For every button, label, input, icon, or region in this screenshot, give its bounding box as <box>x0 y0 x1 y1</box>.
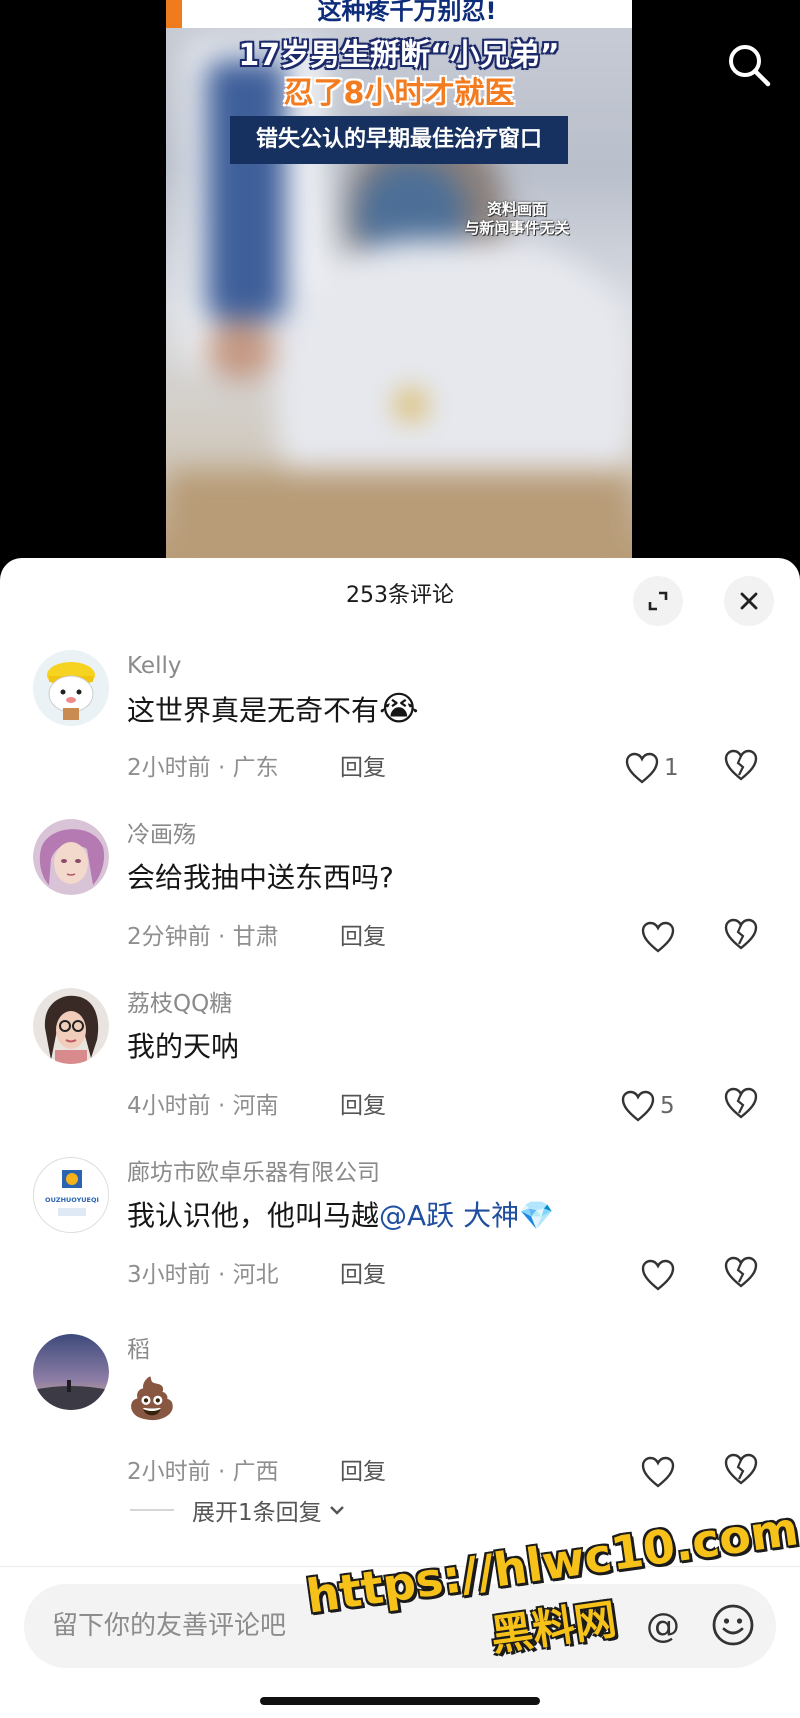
disclaimer-line1: 资料画面 <box>486 200 547 218</box>
video-headline-line1: 17岁男生掰断“小兄弟” <box>238 38 560 73</box>
avatar[interactable] <box>33 819 109 895</box>
comment-meta: 4小时前 · 河南 <box>127 1093 279 1119</box>
dislike-button[interactable] <box>723 917 763 957</box>
close-button[interactable] <box>724 576 774 626</box>
like-button[interactable] <box>640 1255 702 1295</box>
search-button[interactable] <box>726 42 772 88</box>
dislike-button[interactable] <box>723 1452 763 1492</box>
disclaimer-line2: 与新闻事件无关 <box>464 219 570 237</box>
avatar[interactable]: OUZHUOYUEQI <box>33 1157 109 1233</box>
comment-meta: 2小时前 · 广东 <box>127 755 279 781</box>
heart-icon <box>625 752 659 784</box>
comment-text: 会给我抽中送东西吗? <box>127 861 394 894</box>
comment-username[interactable]: 冷画殇 <box>127 819 196 851</box>
heart-icon <box>641 1456 675 1488</box>
broken-heart-icon <box>724 918 758 950</box>
search-icon <box>729 45 771 87</box>
broken-heart-icon <box>724 749 758 781</box>
headline-tab <box>166 0 182 28</box>
comment-meta: 2小时前 · 广西 <box>127 1459 279 1485</box>
expand-replies-label: 展开1条回复 <box>192 1500 322 1526</box>
comment-username[interactable]: 廊坊市欧卓乐器有限公司 <box>127 1157 380 1189</box>
reply-button[interactable]: 回复 <box>340 1259 386 1291</box>
heart-icon <box>621 1090 655 1122</box>
expand-replies-button[interactable]: 展开1条回复 <box>130 1494 348 1526</box>
like-count: 1 <box>664 755 679 781</box>
comment-meta: 2分钟前 · 甘肃 <box>127 924 279 950</box>
heart-icon <box>641 1259 675 1291</box>
like-button[interactable] <box>640 917 702 957</box>
broken-heart-icon <box>724 1256 758 1288</box>
comment-username[interactable]: Kelly <box>127 650 181 682</box>
comment-username[interactable]: 稻 <box>127 1334 150 1366</box>
broken-heart-icon <box>724 1087 758 1119</box>
reply-button[interactable]: 回复 <box>340 752 386 784</box>
dislike-button[interactable] <box>723 1255 763 1295</box>
comment-input-placeholder: 留下你的友善评论吧 <box>52 1611 287 1641</box>
comment-text: 我的天呐 <box>127 1030 240 1063</box>
reply-button[interactable]: 回复 <box>340 1090 386 1122</box>
chevron-down-icon <box>329 1506 344 1515</box>
heart-icon <box>641 921 675 953</box>
avatar[interactable] <box>33 650 109 726</box>
video-headline-line2: 忍了8小时才就医 <box>283 76 515 111</box>
like-button[interactable]: 1 <box>624 748 686 788</box>
poop-emoji: 💩 <box>127 1376 177 1422</box>
avatar-brand-text: OUZHUOYUEQI <box>45 1196 99 1204</box>
dislike-button[interactable] <box>723 748 763 788</box>
reply-button[interactable]: 回复 <box>340 921 386 953</box>
comment-text: 💩 <box>127 1378 177 1424</box>
like-count: 5 <box>660 1093 675 1119</box>
comment-text-body: 这世界真是无奇不有 <box>127 694 380 727</box>
comment-meta: 3小时前 · 河北 <box>127 1262 279 1288</box>
expand-divider <box>130 1509 174 1511</box>
reply-button[interactable]: 回复 <box>340 1456 386 1488</box>
expand-icon <box>648 591 668 611</box>
crying-emoji: 😭 <box>379 689 419 729</box>
comment-username[interactable]: 荔枝QQ糖 <box>127 988 232 1020</box>
like-button[interactable]: 5 <box>620 1086 682 1126</box>
video-disclaimer: 资料画面 与新闻事件无关 <box>442 200 592 238</box>
expand-button[interactable] <box>633 576 683 626</box>
video-headline-top: 这种疼千万别忍! <box>182 0 632 28</box>
comment-text-body: 我认识他，他叫马越 <box>127 1199 380 1232</box>
avatar[interactable] <box>33 1334 109 1410</box>
diamond-emoji: 💎 <box>519 1199 554 1232</box>
comment-text: 我认识他，他叫马越@A跃 大神💎 <box>127 1195 554 1237</box>
video-player[interactable]: 这种疼千万别忍! 17岁男生掰断“小兄弟” 忍了8小时才就医 错失公认的早期最佳… <box>0 0 800 600</box>
avatar[interactable] <box>33 988 109 1064</box>
home-indicator[interactable] <box>260 1697 540 1705</box>
video-headline-box: 错失公认的早期最佳治疗窗口 <box>230 116 568 164</box>
comment-text: 这世界真是无奇不有😭 <box>127 688 419 732</box>
dislike-button[interactable] <box>723 1086 763 1126</box>
mention-link[interactable]: @A跃 大神 <box>379 1199 519 1232</box>
broken-heart-icon <box>724 1453 758 1485</box>
like-button[interactable] <box>640 1452 702 1492</box>
close-icon <box>740 592 758 610</box>
